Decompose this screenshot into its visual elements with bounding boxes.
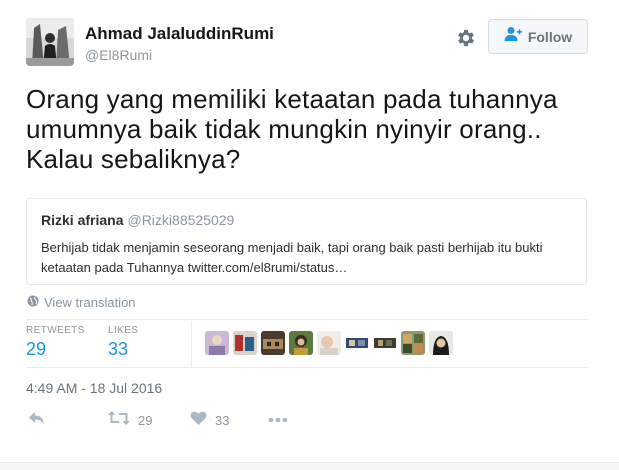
tweet-text: Orang yang memiliki ketaatan pada tuhann…: [26, 84, 558, 174]
quoted-author-handle: @Rizki88525029: [127, 212, 235, 228]
add-user-icon: [504, 26, 522, 47]
more-icon: [268, 410, 288, 428]
globe-icon: [27, 295, 39, 310]
like-button[interactable]: 33: [190, 410, 229, 431]
stats-separator: [191, 321, 192, 367]
view-translation-label: View translation: [44, 295, 136, 310]
quoted-author: Rizki afriana @Rizki88525029: [41, 212, 234, 228]
more-button[interactable]: [268, 410, 288, 428]
reply-box-edge: [0, 462, 619, 470]
author-handle[interactable]: @El8Rumi: [85, 47, 152, 63]
follow-button[interactable]: Follow: [488, 19, 588, 54]
quoted-author-name: Rizki afriana: [41, 212, 124, 228]
liker-avatar[interactable]: [233, 331, 257, 355]
follow-label: Follow: [527, 28, 573, 45]
liker-avatar[interactable]: [401, 331, 425, 355]
likes-label: LIKES: [108, 325, 139, 336]
retweets-count: 29: [26, 339, 47, 359]
liker-avatar[interactable]: [289, 331, 313, 355]
reply-button[interactable]: [28, 410, 46, 431]
likes-count: 33: [108, 339, 129, 359]
view-translation-link[interactable]: View translation: [27, 295, 136, 310]
quoted-tweet[interactable]: Rizki afriana @Rizki88525029 Berhijab tid…: [26, 198, 587, 285]
liker-avatar[interactable]: [261, 331, 285, 355]
retweet-icon: [108, 410, 130, 431]
tweet-timestamp[interactable]: 4:49 AM - 18 Jul 2016: [26, 380, 162, 396]
liker-avatar[interactable]: [205, 331, 229, 355]
liker-avatar[interactable]: [345, 331, 369, 355]
like-count: 33: [215, 413, 230, 428]
retweet-button[interactable]: 29: [108, 410, 152, 431]
author-avatar[interactable]: [26, 18, 74, 66]
gear-icon[interactable]: [455, 27, 477, 49]
divider: [26, 367, 587, 368]
retweet-count: 29: [138, 413, 153, 428]
author-name[interactable]: Ahmad JalaluddinRumi: [85, 24, 274, 44]
heart-icon: [190, 410, 207, 431]
liker-avatar[interactable]: [373, 331, 397, 355]
quoted-tweet-text: Berhijab tidak menjamin seseorang menjad…: [41, 240, 543, 275]
tweet-stats: RETWEETS 29 LIKES 33: [26, 319, 587, 367]
tweet-actions: 29 33: [26, 410, 587, 434]
reply-icon: [28, 410, 46, 431]
liker-avatars: [205, 331, 453, 355]
retweets-stat[interactable]: RETWEETS 29: [26, 325, 85, 360]
liker-avatar[interactable]: [317, 331, 341, 355]
liker-avatar[interactable]: [429, 331, 453, 355]
tweet-header: Ahmad JalaluddinRumi @El8Rumi Follow: [26, 18, 596, 68]
retweets-label: RETWEETS: [26, 325, 85, 336]
likes-stat[interactable]: LIKES 33: [108, 325, 138, 360]
